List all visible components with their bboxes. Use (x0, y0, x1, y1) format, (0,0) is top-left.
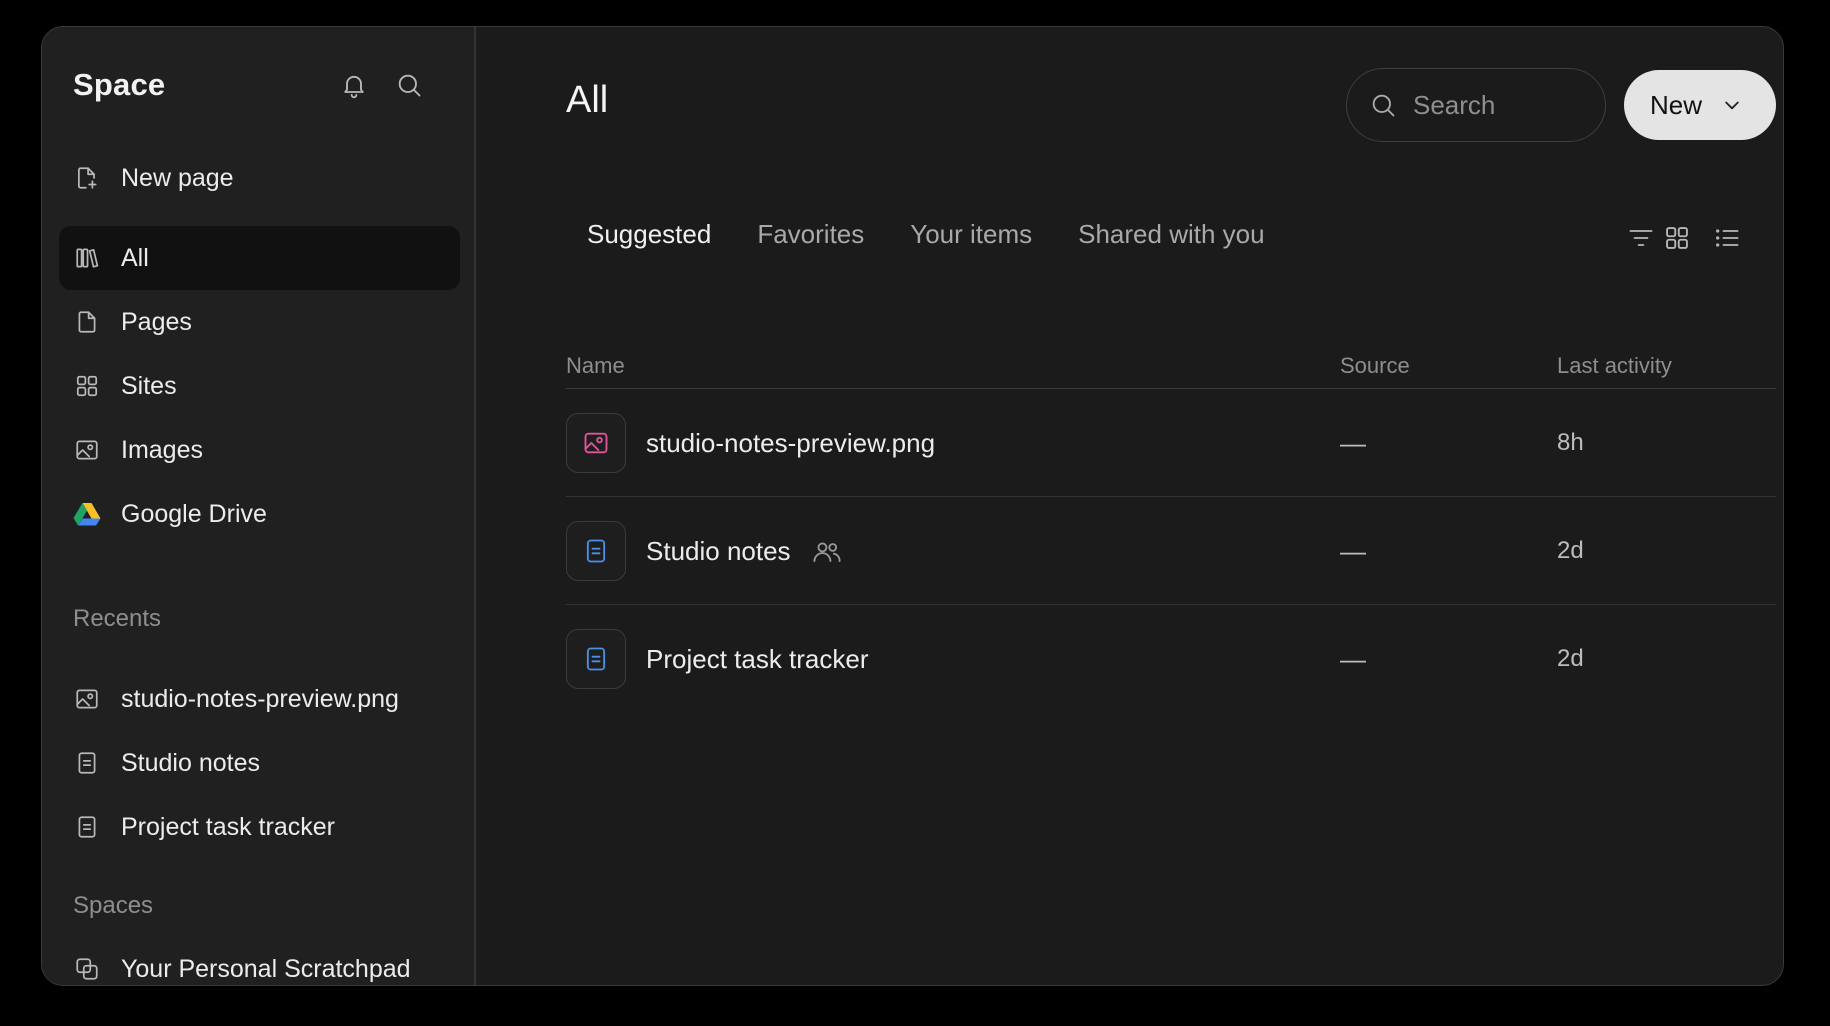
image-icon (73, 436, 101, 464)
recent-item-label: Project task tracker (121, 812, 335, 841)
sidebar-item-pages[interactable]: Pages (59, 290, 460, 354)
sidebar-item-label: Sites (121, 371, 177, 400)
page-icon (73, 308, 101, 336)
sidebar-item-google-drive[interactable]: Google Drive (59, 482, 460, 546)
bell-icon (344, 75, 364, 99)
space-item-personal-scratchpad[interactable]: Your Personal Scratchpad (59, 937, 460, 985)
app-window: Space New page All Pages Sites Images Go… (41, 26, 1784, 986)
document-file-icon (566, 629, 626, 689)
sidebar-item-sites[interactable]: Sites (59, 354, 460, 418)
sidebar-item-images[interactable]: Images (59, 418, 460, 482)
notifications-button[interactable] (336, 67, 372, 103)
sites-icon (73, 372, 101, 400)
item-source: — (1340, 644, 1366, 674)
sidebar-item-label: Pages (121, 307, 192, 336)
new-page-icon (73, 164, 101, 192)
table-row[interactable]: studio-notes-preview.png — 8h (566, 389, 1776, 497)
search-box[interactable] (1346, 68, 1606, 142)
recent-item-label: studio-notes-preview.png (121, 684, 399, 713)
shared-users-icon (811, 538, 843, 566)
spaces-heading: Spaces (73, 892, 154, 919)
search-input[interactable] (1413, 89, 1563, 121)
item-last-activity: 2d (1557, 645, 1584, 672)
filter-tabs: Suggested Favorites Your items Shared wi… (587, 219, 1311, 250)
sidebar-item-all[interactable]: All (59, 226, 460, 290)
column-last-activity[interactable]: Last activity (1557, 353, 1672, 379)
search-icon (398, 74, 421, 97)
image-file-icon (566, 413, 626, 473)
table-header: Name Source Last activity (566, 337, 1776, 389)
new-button[interactable]: New (1624, 70, 1776, 140)
list-view-button[interactable] (1710, 221, 1744, 255)
tab-suggested[interactable]: Suggested (587, 219, 711, 250)
item-name-wrapper: Studio notes (646, 536, 843, 567)
new-button-label: New (1650, 89, 1703, 120)
item-name: Studio notes (646, 536, 791, 566)
sidebar-item-label: All (121, 243, 149, 272)
table-row[interactable]: Studio notes — 2d (566, 497, 1776, 605)
space-item-label: Your Personal Scratchpad (121, 954, 411, 983)
library-icon (73, 244, 101, 272)
tab-shared-with-you[interactable]: Shared with you (1078, 219, 1264, 250)
scratchpad-icon (73, 955, 101, 983)
image-icon (73, 685, 101, 713)
recent-item[interactable]: studio-notes-preview.png (59, 667, 460, 731)
search-icon (1372, 94, 1395, 117)
brand-title: Space (73, 67, 166, 102)
filter-button[interactable] (1624, 221, 1658, 255)
document-file-icon (566, 521, 626, 581)
tab-your-items[interactable]: Your items (910, 219, 1032, 250)
item-source: — (1340, 428, 1366, 458)
main-content: All New Suggested Favorites Your items S… (478, 27, 1783, 985)
document-icon (73, 749, 101, 777)
items-table: Name Source Last activity studio-notes-p… (566, 337, 1776, 713)
sidebar-search-button[interactable] (391, 67, 427, 103)
item-last-activity: 2d (1557, 537, 1584, 564)
item-last-activity: 8h (1557, 429, 1584, 456)
sidebar: Space New page All Pages Sites Images Go… (42, 27, 476, 985)
column-name[interactable]: Name (566, 353, 625, 379)
chevron-down-icon (1725, 101, 1739, 110)
list-icon (1716, 229, 1739, 247)
table-row[interactable]: Project task tracker — 2d (566, 605, 1776, 713)
sidebar-item-label: New page (121, 163, 234, 192)
grid-view-button[interactable] (1660, 221, 1694, 255)
column-source[interactable]: Source (1340, 353, 1410, 379)
recent-item[interactable]: Project task tracker (59, 795, 460, 859)
sidebar-item-label: Google Drive (121, 499, 267, 528)
item-name: Project task tracker (646, 644, 869, 674)
page-title: All (566, 79, 609, 121)
sidebar-item-label: Images (121, 435, 203, 464)
document-icon (73, 813, 101, 841)
recent-item[interactable]: Studio notes (59, 731, 460, 795)
recents-heading: Recents (73, 605, 162, 632)
filter-icon (1629, 230, 1653, 246)
recent-item-label: Studio notes (121, 748, 260, 777)
tab-favorites[interactable]: Favorites (757, 219, 864, 250)
item-source: — (1340, 536, 1366, 566)
item-name: studio-notes-preview.png (646, 428, 936, 458)
google-drive-icon (73, 500, 101, 528)
grid-icon (1666, 227, 1688, 249)
sidebar-item-new-page[interactable]: New page (59, 146, 460, 210)
